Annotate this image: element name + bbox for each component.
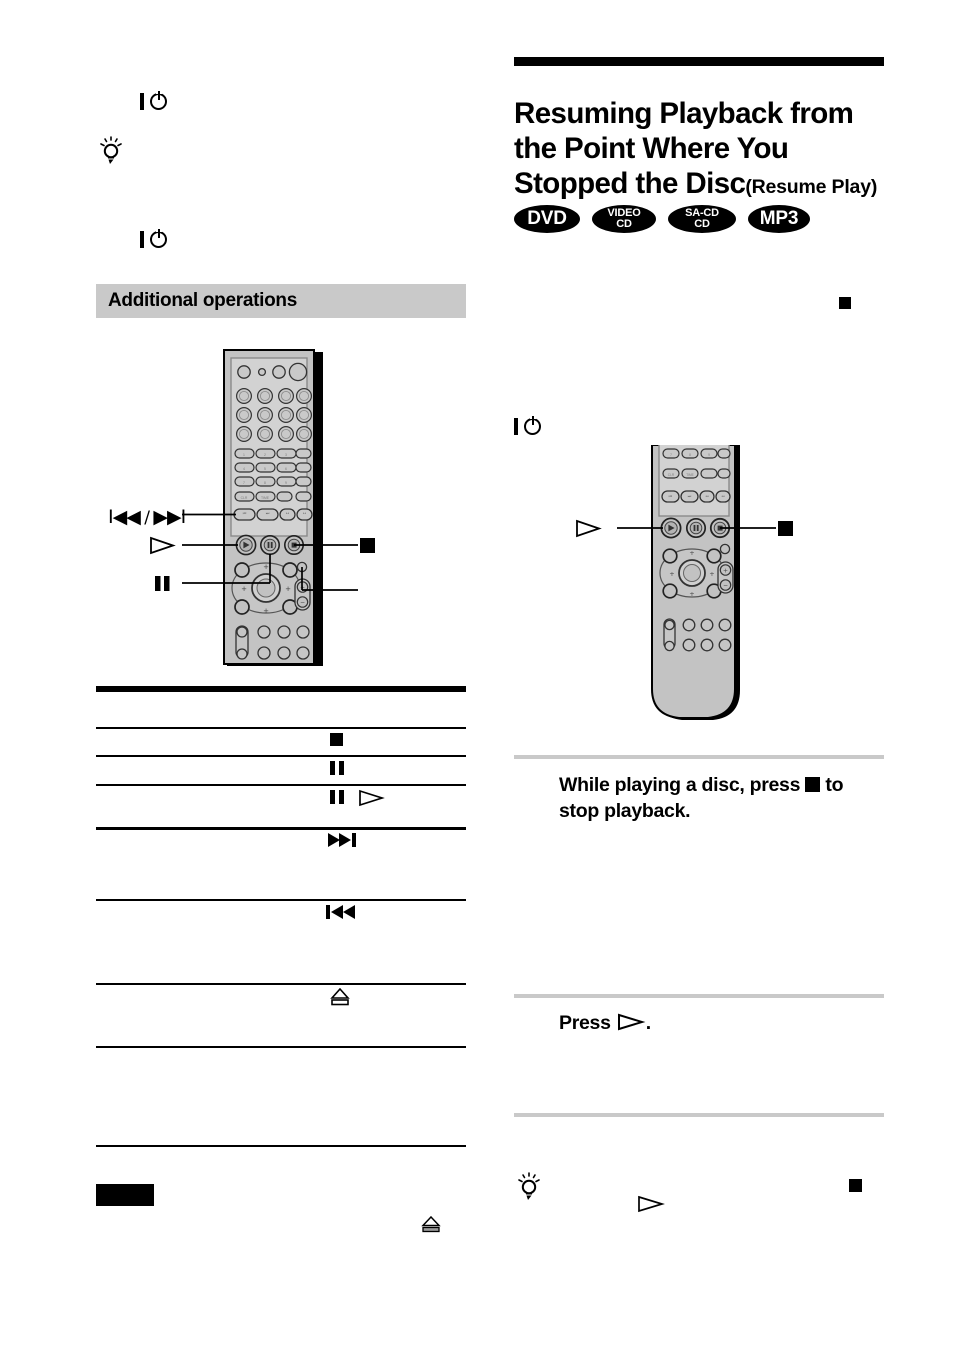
table-row [328,832,362,848]
svg-text:+: + [723,568,728,575]
svg-text:+: + [709,570,714,578]
table-rule [96,899,466,901]
svg-text:1: 1 [243,453,245,457]
section-heading-label: Additional operations [108,290,297,311]
svg-text:3: 3 [285,453,287,457]
dvd-badge: DVD [514,205,580,233]
mp3-badge: MP3 [748,205,810,233]
page-title-line3: Stopped the Disc [514,166,746,200]
svg-text:⏮: ⏮ [669,493,673,498]
svg-text:+: + [263,563,269,571]
table-rule [96,827,466,830]
callout-label-stop [778,521,793,536]
section-heading-additional-operations: Additional operations [96,284,466,318]
page-title-suffix: (Resume Play) [745,175,878,198]
stop-symbol [839,295,851,313]
table-rule [96,1145,466,1147]
svg-text:9: 9 [285,481,287,485]
svg-text:CLR: CLR [241,496,248,500]
svg-text:7: 7 [243,481,245,485]
callout-label-skip: I◀◀ / ▶▶I [108,506,186,528]
disc-format-badges: DVD VIDEO CD SA-CD CD MP3 [514,205,810,233]
table-row [330,760,346,776]
page-title-line2: the Point Where You [514,131,789,165]
table-rule [96,1046,466,1048]
operations-table [96,686,466,1156]
table-row [330,733,343,746]
svg-text:↔: ↔ [721,493,725,498]
svg-text:5: 5 [264,467,266,471]
left-column: Additional operations 1 2 3 4 5 6 7 8 9 … [96,0,466,1352]
svg-text:8: 8 [689,453,691,457]
tip-lightbulb-icon [516,1172,542,1200]
table-rule [96,727,466,729]
tip-lightbulb-icon [98,136,124,164]
table-rule [96,983,466,985]
svg-text:+: + [285,585,291,593]
callout-label-play [148,536,176,555]
remote-control-illustration: 123 456 789 CLR TIME ⏮ ⏭ ↔ ↔ + + + + − I… [96,348,466,668]
sa-cd-cd-badge: SA-CD CD [668,205,736,233]
callout-label-play [574,519,602,538]
svg-text:⏮: ⏮ [243,511,247,516]
step-2-text: Press . [559,1012,651,1034]
page-title: Resuming Playback from the Point Where Y… [514,96,890,205]
callout-label-stop [360,538,375,553]
svg-text:−: − [723,583,728,590]
svg-text:⏭: ⏭ [266,511,270,516]
power-on-standby-symbol [140,228,176,250]
remote-control-illustration-detail: 7 8 9 CLR TIME ⏮ ⏭ ↔ ↔ + + + + + − [514,440,884,735]
step-1-text: While playing a disc, press to stop play… [559,774,844,822]
svg-text:4: 4 [243,467,245,471]
next-symbol [328,833,356,847]
previous-symbol [326,905,355,919]
power-on-standby-symbol [140,90,176,112]
video-cd-badge: VIDEO CD [592,205,656,233]
svg-text:+: + [669,570,674,578]
manual-page: Additional operations 1 2 3 4 5 6 7 8 9 … [0,0,954,1352]
svg-text:9: 9 [708,453,710,457]
svg-text:+: + [689,590,694,598]
stop-symbol [805,777,821,792]
table-top-rule [96,686,466,692]
svg-text:CLR: CLR [668,473,675,477]
svg-text:7: 7 [670,453,672,457]
step-separator [514,755,884,759]
svg-text:2: 2 [264,453,266,457]
svg-text:+: + [241,585,247,593]
pause-symbol [330,761,344,775]
svg-text:+: + [689,549,694,557]
title-top-rule [514,57,884,66]
play-symbol [617,1013,646,1031]
table-row [330,789,420,807]
play-symbol [637,1195,665,1218]
power-on-standby-symbol [514,415,550,437]
svg-text:TIME: TIME [261,496,270,500]
step-separator [514,994,884,998]
table-row [326,904,360,920]
svg-text:8: 8 [264,481,266,485]
page-title-line1: Resuming Playback from [514,96,854,130]
note-label-box [96,1184,154,1206]
svg-text:TIME: TIME [686,473,694,477]
callout-label-pause [154,575,172,592]
table-rule [96,784,466,786]
table-row [330,987,350,1006]
stop-symbol [849,1178,862,1196]
step-separator [514,1113,884,1117]
svg-text:+: + [263,607,269,615]
svg-text:⏭: ⏭ [688,493,692,498]
stop-symbol [330,733,343,746]
table-rule [96,755,466,757]
svg-text:6: 6 [285,467,287,471]
svg-text:↔: ↔ [705,493,709,498]
svg-text:−: − [300,600,305,607]
eject-symbol [421,1215,441,1239]
right-column: Resuming Playback from the Point Where Y… [514,0,884,1352]
eject-symbol [330,987,350,1006]
